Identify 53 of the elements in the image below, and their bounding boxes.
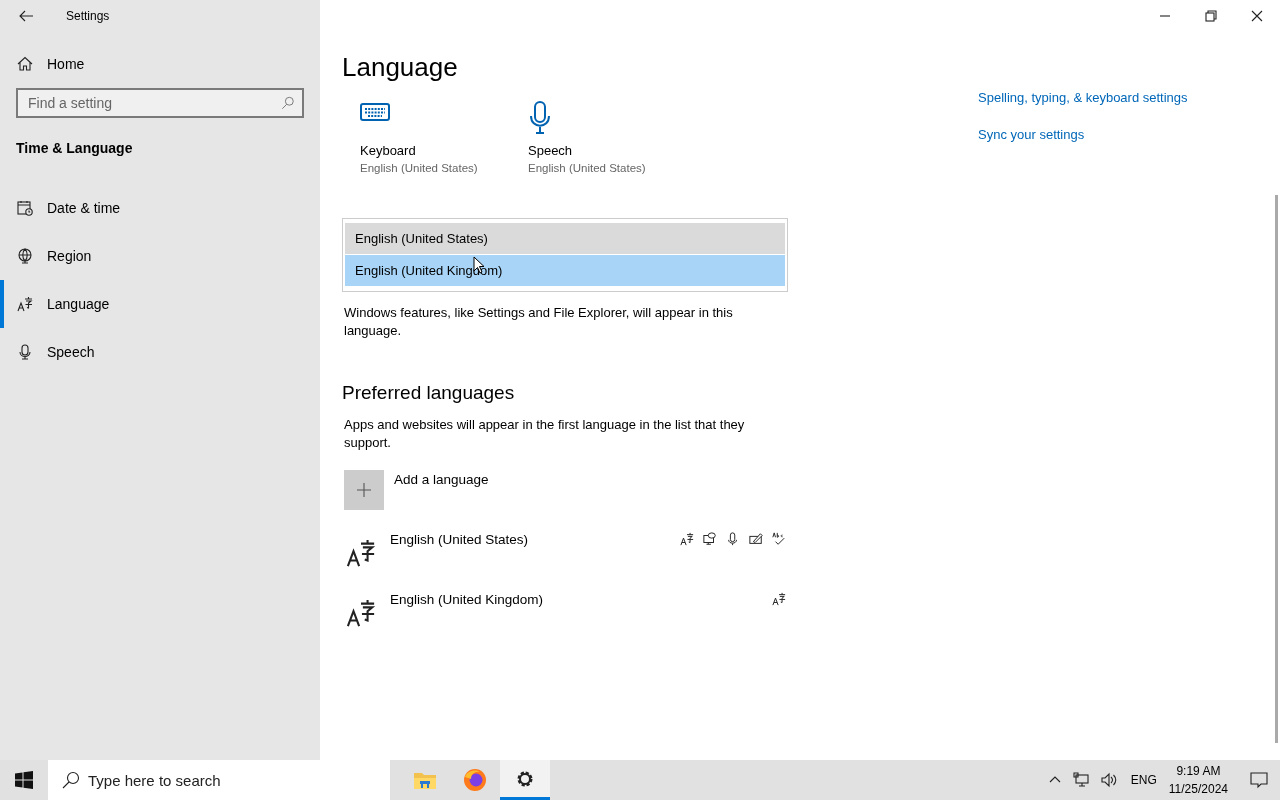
- plus-icon: [356, 482, 372, 498]
- preferred-language-row[interactable]: English (United Kingdom): [346, 590, 786, 630]
- description-text: Windows features, like Settings and File Explorer, will appear in this language.: [344, 304, 734, 340]
- sidebar-item[interactable]: Date & time: [0, 184, 320, 232]
- dropdown-option[interactable]: English (United States): [345, 223, 785, 254]
- taskbar-app[interactable]: [500, 760, 550, 800]
- back-arrow-icon: [18, 8, 34, 24]
- description-text: Apps and websites will appear in the first language in the list that they support.: [344, 416, 746, 452]
- section-heading: Preferred languages: [342, 382, 516, 404]
- browser-icon: [463, 768, 487, 792]
- add-language-button[interactable]: Add a language: [344, 470, 489, 510]
- microphone-icon: [528, 101, 552, 135]
- section-heading: Time & Language: [16, 140, 134, 156]
- search-icon: [281, 96, 295, 110]
- clock[interactable]: 9:19 AM 11/25/2024: [1166, 760, 1230, 800]
- calendar-icon: [17, 200, 33, 216]
- page-title: Language: [342, 52, 459, 83]
- language-icon: [346, 538, 376, 568]
- dropdown-option[interactable]: English (United Kingdom): [345, 255, 785, 286]
- speaker-icon: [1100, 772, 1119, 788]
- settings-tile[interactable]: Keyboard English (United States): [360, 101, 480, 174]
- home-icon: [17, 56, 33, 72]
- windows-logo-icon: [15, 771, 33, 789]
- keyboard-icon: [360, 101, 390, 123]
- notification-icon: [1250, 771, 1268, 789]
- microphone-icon: [726, 532, 740, 546]
- microphone-icon: [17, 344, 33, 360]
- globe-icon: [17, 248, 33, 264]
- sidebar-item[interactable]: Region: [0, 232, 320, 280]
- display-language-icon: [772, 592, 786, 606]
- home-link[interactable]: Home: [17, 56, 85, 72]
- taskbar-search-field[interactable]: Type here to search: [48, 760, 390, 800]
- network-button[interactable]: [1070, 770, 1091, 790]
- search-icon: [62, 771, 80, 789]
- close-icon: [1251, 10, 1263, 22]
- input-language-button[interactable]: ENG: [1128, 771, 1159, 789]
- monitor-speech-icon: [703, 532, 717, 546]
- preferred-language-row[interactable]: English (United States): [346, 530, 786, 570]
- related-link[interactable]: Sync your settings: [978, 127, 1188, 142]
- search-field[interactable]: Find a setting: [16, 88, 304, 118]
- pen-icon: [749, 532, 763, 546]
- sidebar-item[interactable]: Speech: [0, 328, 320, 376]
- window-title: Settings: [66, 9, 110, 23]
- display-language-icon: [680, 532, 694, 546]
- related-link[interactable]: Spelling, typing, & keyboard settings: [978, 90, 1188, 105]
- restore-icon: [1205, 10, 1217, 22]
- scrollbar[interactable]: [1275, 195, 1278, 743]
- network-icon: [1072, 772, 1089, 788]
- settings-tile[interactable]: Speech English (United States): [528, 101, 648, 174]
- language-icon: [17, 296, 33, 312]
- spell-check-icon: [772, 532, 786, 546]
- language-icon: [346, 598, 376, 628]
- folder-icon: [413, 770, 437, 790]
